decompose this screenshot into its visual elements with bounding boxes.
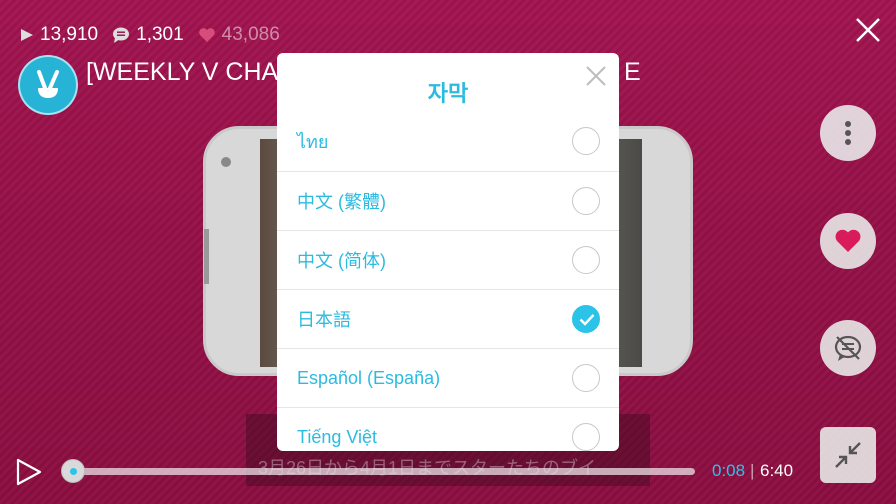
like-button[interactable] — [820, 213, 876, 269]
seek-thumb[interactable] — [61, 459, 85, 483]
likes-count: 43,086 — [221, 24, 280, 45]
language-label: ไทย — [297, 132, 329, 152]
language-label: 中文 (繁體) — [297, 192, 386, 212]
radio-button[interactable] — [572, 127, 600, 155]
language-label: 中文 (简体) — [297, 251, 386, 271]
heart-icon — [835, 229, 861, 252]
more-options-button[interactable] — [820, 105, 876, 161]
time-separator: | — [750, 461, 755, 480]
language-options: ไทย 中文 (繁體) 中文 (简体) 日本語 Español (España)… — [277, 112, 619, 451]
current-time: 0:08 — [712, 461, 746, 480]
language-option[interactable]: ไทย — [277, 112, 619, 171]
heart-icon — [198, 28, 215, 42]
likes-stat: 43,086 — [198, 24, 280, 46]
views-count: 13,910 — [40, 24, 99, 45]
no-chat-icon — [834, 335, 862, 361]
comment-icon — [113, 27, 130, 43]
language-label: 日本語 — [297, 310, 351, 330]
language-option[interactable]: 中文 (繁體) — [277, 171, 619, 230]
more-icon — [845, 121, 851, 145]
radio-button-checked[interactable] — [572, 305, 600, 333]
chat-toggle-button[interactable] — [820, 320, 876, 376]
dialog-title: 자막 — [427, 81, 469, 106]
check-icon — [579, 314, 595, 326]
video-title: [WEEKLY V CHA — [86, 58, 279, 86]
views-stat: 13,910 — [20, 24, 98, 46]
close-icon[interactable] — [585, 65, 607, 87]
video-stats: 13,910 1,301 43,086 — [20, 24, 280, 46]
language-label: Tiếng Việt — [297, 426, 378, 447]
shrink-icon — [835, 442, 861, 468]
radio-button[interactable] — [572, 246, 600, 274]
language-option[interactable]: 中文 (简体) — [277, 230, 619, 289]
shrink-button[interactable] — [820, 427, 876, 483]
phone-side-button — [204, 229, 209, 284]
comments-stat: 1,301 — [112, 24, 184, 46]
v-live-logo — [37, 70, 59, 98]
channel-logo[interactable] — [18, 55, 78, 115]
seek-bar[interactable] — [70, 468, 695, 475]
close-icon[interactable] — [852, 14, 884, 46]
radio-button[interactable] — [572, 364, 600, 392]
phone-camera — [221, 157, 231, 167]
play-icon — [21, 29, 33, 41]
language-label: Español (España) — [297, 367, 441, 388]
language-option[interactable]: Español (España) — [277, 348, 619, 407]
play-button[interactable] — [16, 458, 42, 486]
radio-button[interactable] — [572, 187, 600, 215]
total-time: 6:40 — [760, 461, 794, 480]
radio-button[interactable] — [572, 423, 600, 451]
video-title-tail: E — [624, 58, 641, 86]
language-option[interactable]: Tiếng Việt — [277, 407, 619, 451]
language-option[interactable]: 日本語 — [277, 289, 619, 348]
video-subtitle: 3月26日から4月1日までスターたちのブイ — [258, 454, 596, 480]
comments-count: 1,301 — [136, 24, 184, 45]
subtitle-dialog: 자막 ไทย 中文 (繁體) 中文 (简体) 日本語 Español (Espa… — [277, 53, 619, 451]
